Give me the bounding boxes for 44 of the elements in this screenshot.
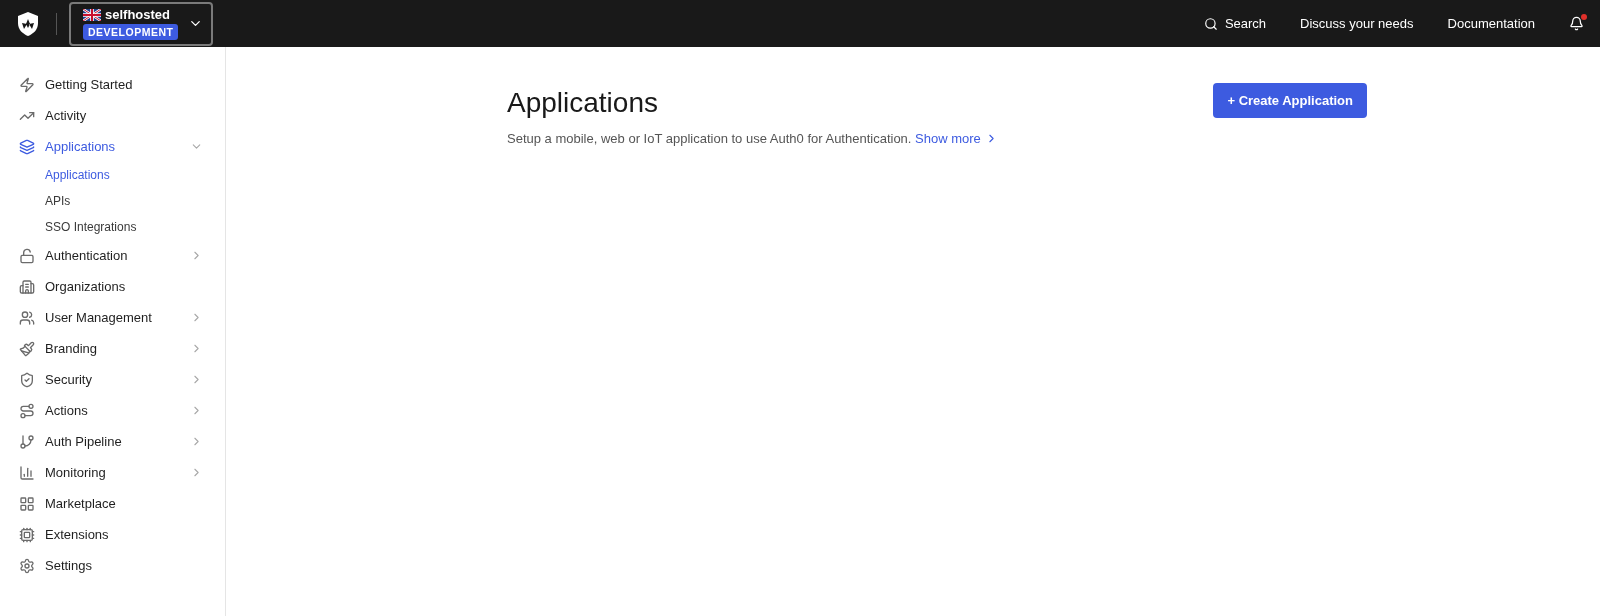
sidebar-subitem[interactable]: APIs bbox=[0, 188, 225, 214]
page-description: Setup a mobile, web or IoT application to use Auth0 for Authentication. Show more bbox=[507, 131, 1600, 146]
sidebar-item[interactable]: Actions bbox=[0, 395, 225, 426]
settings-icon bbox=[19, 557, 35, 574]
branch-icon bbox=[19, 433, 35, 450]
search-icon bbox=[1203, 16, 1218, 31]
sidebar-item[interactable]: Marketplace bbox=[0, 488, 225, 519]
shield-check-icon bbox=[19, 371, 35, 388]
sidebar-item[interactable]: Organizations bbox=[0, 271, 225, 302]
notifications-bell-icon[interactable] bbox=[1569, 16, 1584, 31]
sidebar-item[interactable]: Activity bbox=[0, 100, 225, 131]
sidebar-item[interactable]: User Management bbox=[0, 302, 225, 333]
sidebar-subitem[interactable]: SSO Integrations bbox=[0, 214, 225, 240]
search-link[interactable]: Search bbox=[1203, 16, 1267, 31]
chip-icon bbox=[19, 526, 35, 543]
lightning-icon bbox=[19, 76, 35, 93]
sidebar-item[interactable]: Branding bbox=[0, 333, 225, 364]
sidebar-item[interactable]: Settings bbox=[0, 550, 225, 581]
nav-link[interactable]: Discuss your needs bbox=[1300, 16, 1414, 31]
tenant-name: selfhosted bbox=[105, 7, 170, 22]
environment-badge: DEVELOPMENT bbox=[83, 24, 179, 40]
bar-chart-icon bbox=[19, 464, 35, 481]
sidebar-item[interactable]: Getting Started bbox=[0, 69, 225, 100]
paintbrush-icon bbox=[19, 340, 35, 357]
create-application-button[interactable]: + Create Application bbox=[1213, 83, 1367, 118]
page-title: Applications bbox=[507, 86, 658, 119]
building-icon bbox=[19, 278, 35, 295]
sidebar-item[interactable]: Authentication bbox=[0, 240, 225, 271]
sidebar-item[interactable]: Security bbox=[0, 364, 225, 395]
layers-icon bbox=[19, 138, 35, 155]
shield-logo-icon bbox=[16, 10, 40, 37]
unlocked-padlock-icon bbox=[19, 247, 35, 264]
sidebar-item[interactable]: Monitoring bbox=[0, 457, 225, 488]
sidebar-subitem[interactable]: Applications bbox=[0, 162, 225, 188]
route-icon bbox=[19, 402, 35, 419]
show-more-link[interactable]: Show more bbox=[915, 131, 998, 146]
sidebar-item[interactable]: Extensions bbox=[0, 519, 225, 550]
grid-icon bbox=[19, 495, 35, 512]
sidebar-item[interactable]: Auth Pipeline bbox=[0, 426, 225, 457]
nav-link[interactable]: Documentation bbox=[1447, 16, 1535, 31]
tenant-selector[interactable]: selfhosted DEVELOPMENT bbox=[69, 1, 214, 46]
sidebar-item[interactable]: Applications bbox=[0, 131, 225, 162]
flag-icon bbox=[83, 8, 101, 21]
users-icon bbox=[19, 309, 35, 326]
